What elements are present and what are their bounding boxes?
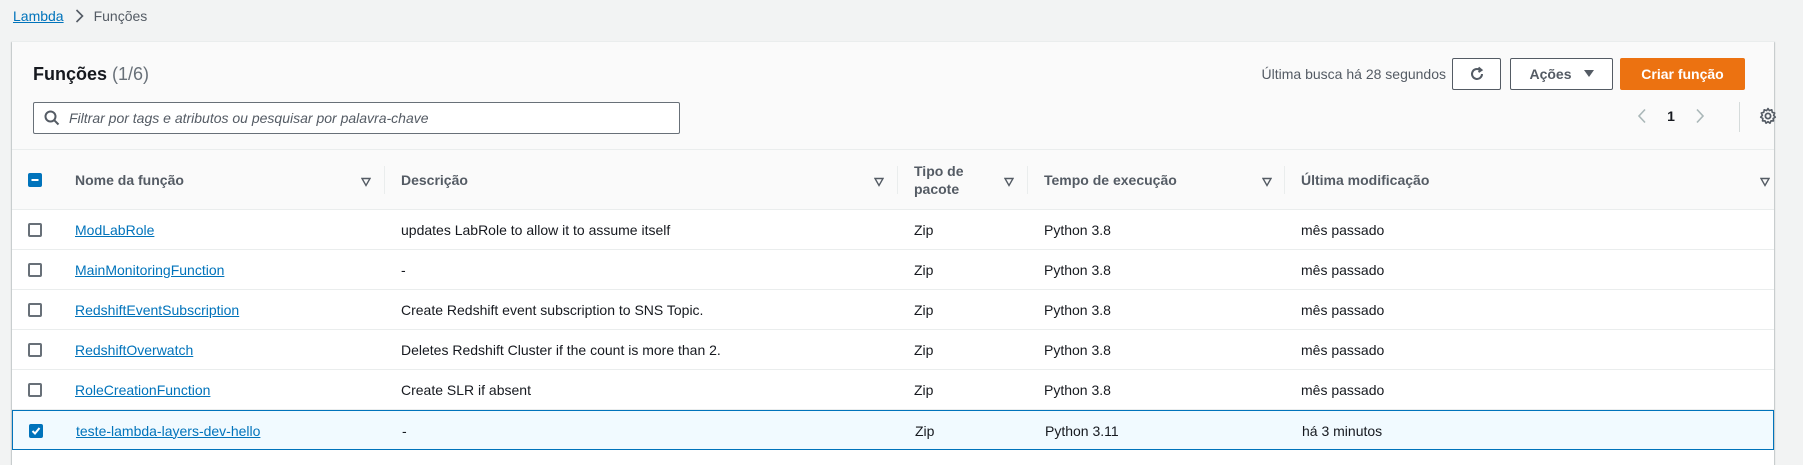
selection-count: (1/6) [112,64,150,84]
function-last-modified: mês passado [1301,261,1385,278]
row-checkbox[interactable] [28,302,42,317]
page-title: Funções (1/6) [33,64,149,85]
table-row[interactable]: ModLabRole updates LabRole to allow it t… [12,210,1774,250]
function-last-modified: há 3 minutos [1302,422,1383,439]
sort-icon [360,174,372,190]
table-row[interactable]: RedshiftOverwatch Deletes Redshift Clust… [12,330,1774,370]
header-description-label: Descrição [401,172,468,188]
refresh-icon [1469,66,1485,82]
pagination: 1 [1637,102,1777,132]
function-package-type: Zip [915,422,935,439]
search-field[interactable] [33,102,680,134]
table-row[interactable]: RoleCreationFunction Create SLR if absen… [12,370,1774,410]
function-description: - [402,422,407,439]
row-checkbox-cell [28,370,42,409]
title-text: Funções [33,64,108,84]
row-checkbox[interactable] [28,262,42,277]
column-divider[interactable] [897,166,898,194]
function-runtime: Python 3.8 [1044,221,1111,238]
function-description: - [401,261,406,278]
current-page-number[interactable]: 1 [1647,108,1695,124]
table-header: Nome da função Descrição Tipo de pacote … [12,150,1774,210]
create-function-button[interactable]: Criar função [1620,58,1745,90]
function-name-link[interactable]: MainMonitoringFunction [75,250,224,289]
function-description: Deletes Redshift Cluster if the count is… [401,341,721,358]
column-divider[interactable] [1027,166,1028,194]
header-package-type[interactable]: Tipo de pacote [914,150,1024,210]
actions-dropdown-button[interactable]: Ações [1510,58,1613,90]
row-checkbox[interactable] [28,222,42,237]
function-description: Create Redshift event subscription to SN… [401,301,704,318]
function-last-modified: mês passado [1301,301,1385,318]
header-package-line2: pacote [914,181,960,197]
panel-header: Funções (1/6) Última busca há 28 segundo… [12,42,1777,150]
chevron-right-icon [75,9,84,23]
breadcrumb: Lambda Funções [13,6,147,26]
header-function-name-label: Nome da função [75,172,184,188]
table-row[interactable]: MainMonitoringFunction - Zip Python 3.8 … [12,250,1774,290]
row-checkbox-cell [28,290,42,329]
last-fetch-text: Última busca há 28 segundos [1261,66,1446,82]
row-checkbox[interactable] [28,382,42,397]
header-package-line1: Tipo de [914,163,964,179]
header-runtime[interactable]: Tempo de execução [1044,150,1284,210]
next-page-icon[interactable] [1695,108,1705,124]
row-checkbox-cell [28,210,42,249]
sort-icon [1759,174,1771,190]
header-last-modified[interactable]: Última modificação [1301,150,1771,210]
header-last-modified-label: Última modificação [1301,172,1430,188]
functions-table: Nome da função Descrição Tipo de pacote … [12,150,1774,450]
function-name-link[interactable]: ModLabRole [75,210,154,249]
function-name-link[interactable]: teste-lambda-layers-dev-hello [76,411,260,450]
table-row[interactable]: RedshiftEventSubscription Create Redshif… [12,290,1774,330]
row-checkbox-cell [29,411,43,450]
function-last-modified: mês passado [1301,341,1385,358]
function-package-type: Zip [914,381,934,398]
row-checkbox[interactable] [28,342,42,357]
search-icon [44,110,60,126]
function-package-type: Zip [914,301,934,318]
function-last-modified: mês passado [1301,221,1385,238]
function-last-modified: mês passado [1301,381,1385,398]
search-input[interactable] [69,110,659,126]
function-name-link[interactable]: RedshiftEventSubscription [75,290,239,329]
header-package-type-label: Tipo de pacote [914,162,964,198]
function-runtime: Python 3.11 [1045,422,1119,439]
select-all-checkbox[interactable] [28,173,42,187]
table-body: ModLabRole updates LabRole to allow it t… [12,210,1774,450]
function-package-type: Zip [914,341,934,358]
function-name-link[interactable]: RoleCreationFunction [75,370,210,409]
table-row[interactable]: teste-lambda-layers-dev-hello - Zip Pyth… [12,410,1774,450]
function-name-link[interactable]: RedshiftOverwatch [75,330,193,369]
breadcrumb-lambda-link[interactable]: Lambda [13,8,64,24]
row-checkbox-checked[interactable] [29,423,43,438]
function-runtime: Python 3.8 [1044,301,1111,318]
column-divider[interactable] [384,166,385,194]
gear-icon[interactable] [1759,107,1777,130]
pagination-divider [1739,102,1740,132]
caret-down-icon [1583,70,1594,78]
refresh-button[interactable] [1452,58,1501,90]
column-divider[interactable] [1284,166,1285,194]
row-checkbox-cell [28,250,42,289]
function-package-type: Zip [914,261,934,278]
previous-page-icon[interactable] [1637,108,1647,124]
function-package-type: Zip [914,221,934,238]
actions-label: Ações [1529,66,1572,82]
function-runtime: Python 3.8 [1044,341,1111,358]
header-function-name[interactable]: Nome da função [75,150,375,210]
sort-icon [873,174,885,190]
sort-icon [1003,174,1015,190]
header-description[interactable]: Descrição [401,150,891,210]
select-all-checkbox-cell [28,150,42,210]
sort-icon [1261,174,1273,190]
function-runtime: Python 3.8 [1044,381,1111,398]
function-description: updates LabRole to allow it to assume it… [401,221,671,238]
functions-panel: Funções (1/6) Última busca há 28 segundo… [12,41,1777,465]
breadcrumb-current: Funções [93,8,148,24]
function-runtime: Python 3.8 [1044,261,1111,278]
header-runtime-label: Tempo de execução [1044,172,1177,188]
row-checkbox-cell [28,330,42,369]
function-description: Create SLR if absent [401,381,531,398]
